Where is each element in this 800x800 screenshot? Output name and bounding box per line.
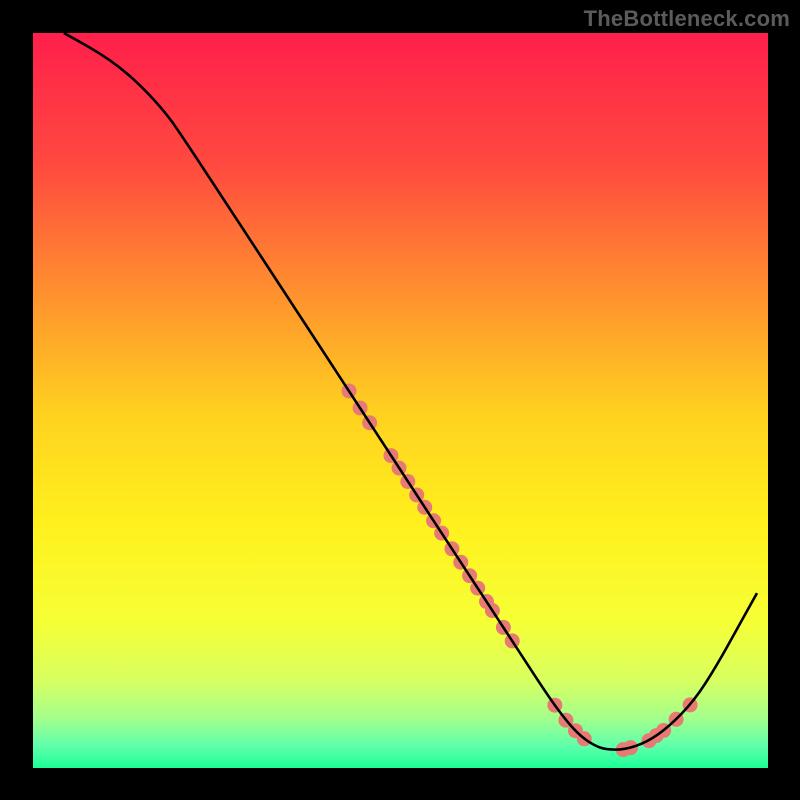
gradient-background: [33, 33, 768, 768]
chart-stage: TheBottleneck.com: [0, 0, 800, 800]
watermark-text: TheBottleneck.com: [584, 6, 790, 32]
bottleneck-chart: [0, 0, 800, 800]
